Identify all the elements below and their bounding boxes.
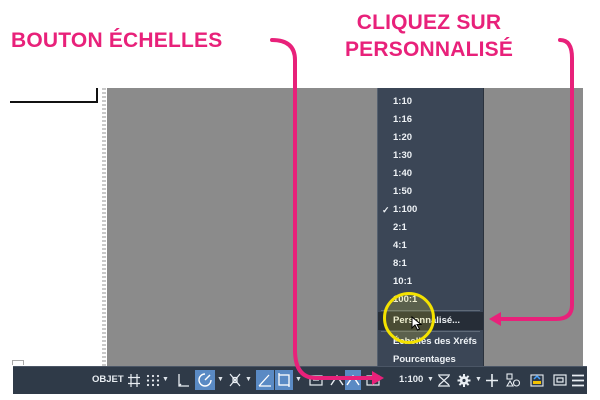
annotation-line-1: CLIQUEZ SUR xyxy=(356,11,502,34)
annotation-scale-icon[interactable] xyxy=(345,370,361,390)
layout-background xyxy=(107,88,583,366)
polar-tracking-icon[interactable] xyxy=(195,370,215,390)
chevron-down-icon[interactable]: ▼ xyxy=(427,370,434,390)
annotation-visibility-icon[interactable] xyxy=(308,370,324,390)
scale-option-4-1[interactable]: 4:1 xyxy=(378,237,483,255)
annotation-scale-button-label: BOUTON ÉCHELLES xyxy=(11,29,223,52)
ortho-icon[interactable] xyxy=(176,370,190,390)
drawing-frame-border xyxy=(10,101,98,103)
scale-option-10-1[interactable]: 10:1 xyxy=(378,273,483,291)
plus-icon[interactable] xyxy=(485,370,499,390)
layout-tab-gripper[interactable] xyxy=(12,360,24,365)
otrack-icon[interactable] xyxy=(275,370,293,390)
scale-option-8-1[interactable]: 8:1 xyxy=(378,255,483,273)
scale-option-1-40[interactable]: 1:40 xyxy=(378,165,483,183)
annotation-line-2: PERSONNALISÉ xyxy=(344,38,514,61)
scale-option-1-10[interactable]: 1:10 xyxy=(378,93,483,111)
scale-option-1-100[interactable]: ✓ 1:100 xyxy=(378,201,483,219)
scale-option-1-50[interactable]: 1:50 xyxy=(378,183,483,201)
scale-option-1-16[interactable]: 1:16 xyxy=(378,111,483,129)
customization-menu-icon[interactable] xyxy=(571,370,585,390)
drawing-workspace[interactable] xyxy=(10,88,583,366)
snap-dots-icon[interactable] xyxy=(146,370,160,390)
annotation-click-custom-label: CLIQUEZ SUR PERSONNALISÉ xyxy=(326,9,532,63)
drawing-frame-border-corner xyxy=(96,88,98,103)
annotation-scale-button[interactable]: 1:100 xyxy=(399,370,423,390)
hardware-acceleration-icon[interactable] xyxy=(529,370,545,390)
annotation-scale-sync-icon[interactable] xyxy=(436,370,452,390)
chevron-down-icon[interactable]: ▼ xyxy=(245,370,252,390)
isolate-objects-icon[interactable] xyxy=(505,370,521,390)
scale-option-2-1[interactable]: 2:1 xyxy=(378,219,483,237)
chevron-down-icon[interactable]: ▼ xyxy=(162,370,169,390)
model-space-button[interactable]: OBJET xyxy=(92,370,124,390)
scale-list-icon[interactable] xyxy=(365,370,381,390)
mouse-cursor-icon xyxy=(411,315,423,335)
scale-option-1-20[interactable]: 1:20 xyxy=(378,129,483,147)
click-highlight-circle xyxy=(383,292,435,344)
chevron-down-icon[interactable]: ▼ xyxy=(475,370,482,390)
chevron-down-icon[interactable]: ▼ xyxy=(295,370,302,390)
clean-screen-icon[interactable] xyxy=(552,370,568,390)
workspace-gear-icon[interactable] xyxy=(456,370,472,390)
osnap-icon[interactable] xyxy=(227,370,243,390)
status-bar: OBJET ▼ ▼ ▼ ▼ 1:100 ▼ ▼ xyxy=(13,366,587,394)
auto-scale-icon[interactable] xyxy=(329,370,345,390)
check-mark-icon: ✓ xyxy=(382,205,390,215)
scale-option-1-30[interactable]: 1:30 xyxy=(378,147,483,165)
isodraft-icon[interactable] xyxy=(256,370,274,390)
layout-sheet-edge xyxy=(102,88,106,366)
grid-icon[interactable] xyxy=(127,370,141,390)
chevron-down-icon[interactable]: ▼ xyxy=(217,370,224,390)
